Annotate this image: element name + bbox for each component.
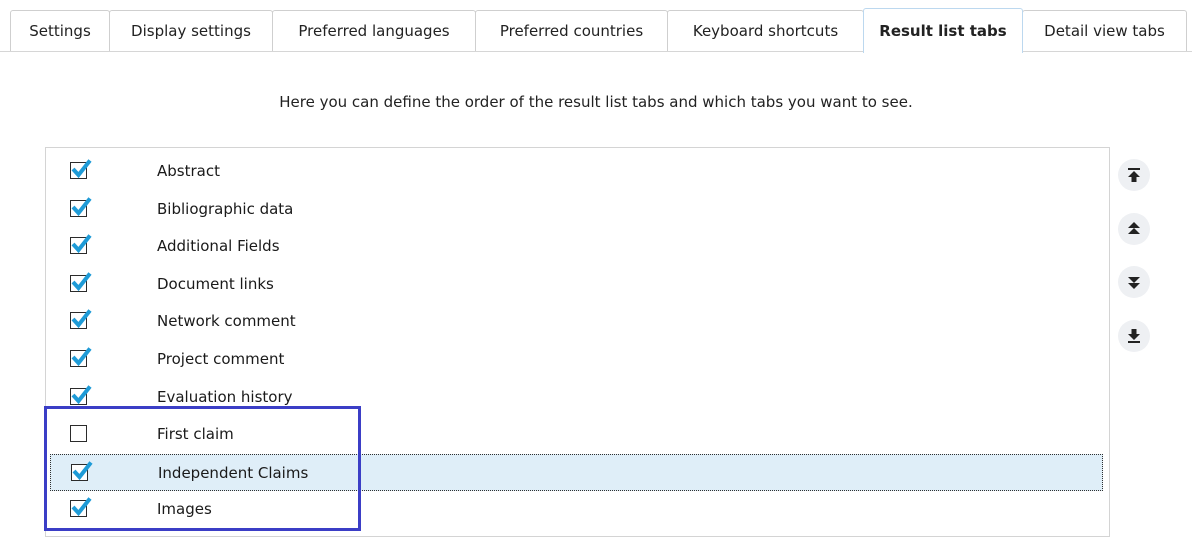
- checkbox-checked[interactable]: [70, 347, 92, 367]
- tab-strip: Settings Display settings Preferred lang…: [0, 0, 1192, 54]
- check-mark-icon: [71, 347, 92, 367]
- list-item-label: Project comment: [157, 350, 285, 368]
- intro-text: Here you can define the order of the res…: [279, 93, 913, 111]
- list-item[interactable]: Document links: [50, 266, 1103, 303]
- list-item-label: Evaluation history: [157, 387, 293, 406]
- list-item[interactable]: Network comment: [50, 303, 1103, 340]
- move-up-icon: [1128, 222, 1140, 234]
- list-item[interactable]: Bibliographic data: [50, 191, 1103, 228]
- list-item[interactable]: Abstract: [50, 153, 1103, 190]
- list-item-label: Independent Claims: [158, 463, 309, 482]
- tab-preferred-countries[interactable]: Preferred countries: [475, 10, 668, 51]
- check-mark-icon: [71, 196, 92, 216]
- tab-keyboard-shortcuts[interactable]: Keyboard shortcuts: [667, 10, 864, 51]
- list-item-label: Additional Fields: [157, 237, 280, 256]
- list-item-label: Abstract: [157, 162, 220, 180]
- move-to-top-button[interactable]: [1118, 159, 1150, 191]
- list-item-label: First claim: [157, 425, 234, 444]
- list-item[interactable]: Additional Fields: [50, 228, 1103, 265]
- check-mark-icon: [71, 234, 92, 254]
- list-item[interactable]: Project comment: [50, 341, 1103, 378]
- move-to-bottom-icon: [1128, 329, 1140, 343]
- checkbox-checked[interactable]: [70, 272, 92, 292]
- checkbox-checked[interactable]: [71, 461, 93, 481]
- checkbox-unchecked[interactable]: [70, 425, 87, 443]
- list-item[interactable]: First claim: [50, 416, 1103, 453]
- result-list-tabs-listbox[interactable]: Abstract Bibliographic data Additional Fie…: [45, 147, 1110, 537]
- check-mark-icon: [71, 384, 92, 404]
- move-up-button[interactable]: [1118, 213, 1150, 245]
- tab-preferred-languages[interactable]: Preferred languages: [272, 10, 476, 51]
- check-mark-icon: [71, 272, 92, 291]
- move-to-bottom-button[interactable]: [1118, 320, 1150, 352]
- checkbox-checked[interactable]: [70, 159, 92, 179]
- move-down-icon: [1128, 277, 1140, 289]
- list-item[interactable]: Independent Claims: [50, 453, 1103, 491]
- tab-detail-view-tabs[interactable]: Detail view tabs: [1022, 10, 1187, 51]
- checkbox-checked[interactable]: [70, 497, 92, 518]
- check-mark-icon: [71, 309, 92, 329]
- list-item[interactable]: Evaluation history: [50, 379, 1103, 416]
- list-item-label: Bibliographic data: [157, 199, 294, 218]
- list-item-label: Images: [157, 500, 212, 519]
- tab-settings[interactable]: Settings: [10, 10, 110, 51]
- checkbox-checked[interactable]: [70, 384, 92, 405]
- check-mark-icon: [72, 461, 93, 480]
- list-item-label: Document links: [157, 274, 274, 293]
- checkbox-checked[interactable]: [70, 234, 92, 255]
- checkbox-checked[interactable]: [70, 196, 92, 217]
- move-down-button[interactable]: [1118, 266, 1150, 298]
- tab-result-list-tabs[interactable]: Result list tabs: [863, 8, 1023, 54]
- check-mark-icon: [71, 159, 92, 179]
- tab-display-settings[interactable]: Display settings: [109, 10, 273, 51]
- check-mark-icon: [71, 497, 92, 517]
- checkbox-checked[interactable]: [70, 309, 92, 330]
- list-item-label: Network comment: [157, 312, 296, 331]
- move-to-top-icon: [1128, 168, 1140, 182]
- list-item[interactable]: Images: [50, 491, 1103, 528]
